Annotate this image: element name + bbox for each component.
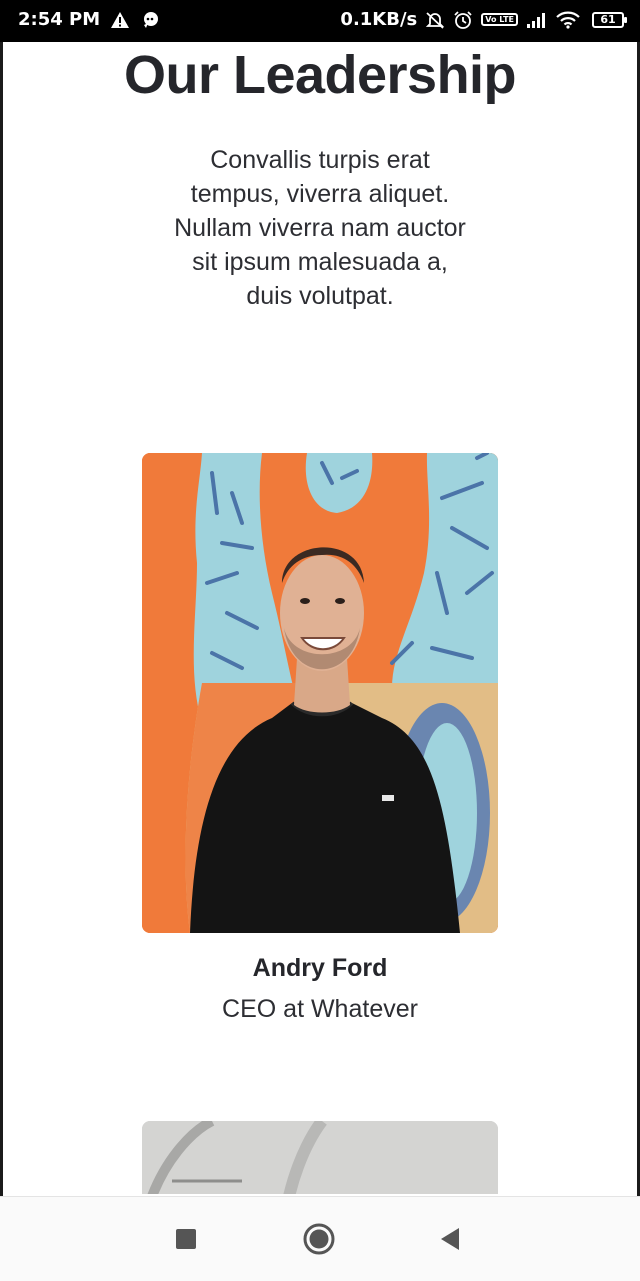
system-nav-bar [0, 1196, 640, 1281]
back-icon[interactable] [430, 1223, 470, 1255]
leader-name: Andry Ford [252, 954, 388, 982]
status-time: 2:54 PM [18, 9, 101, 30]
page-title: Our Leadership [123, 45, 517, 105]
recent-apps-icon[interactable] [166, 1223, 206, 1255]
volte-icon: Vo LTE [481, 13, 518, 26]
home-icon[interactable] [299, 1223, 339, 1255]
battery-icon: 61 [592, 11, 627, 28]
leader-photo-next [142, 1121, 498, 1194]
leader-role: CEO at Whatever [222, 995, 418, 1023]
page-content[interactable]: Our Leadership Convallis turpis erat tem… [3, 42, 637, 1194]
page-description: Convallis turpis erat tempus, viverra al… [174, 146, 466, 310]
wifi-icon [556, 11, 580, 29]
signal-icon [526, 12, 548, 28]
leader-photo-card-next[interactable] [142, 1121, 498, 1194]
leader-photo [142, 453, 498, 933]
status-bar: 2:54 PM 0.1KB/s Vo LTE 61 [0, 0, 640, 42]
chat-icon [140, 11, 160, 29]
bell-off-icon [425, 10, 445, 30]
alarm-icon [453, 10, 473, 30]
leader-photo-card[interactable] [142, 453, 498, 933]
warning-icon [110, 11, 130, 29]
net-speed: 0.1KB/s [340, 9, 418, 30]
